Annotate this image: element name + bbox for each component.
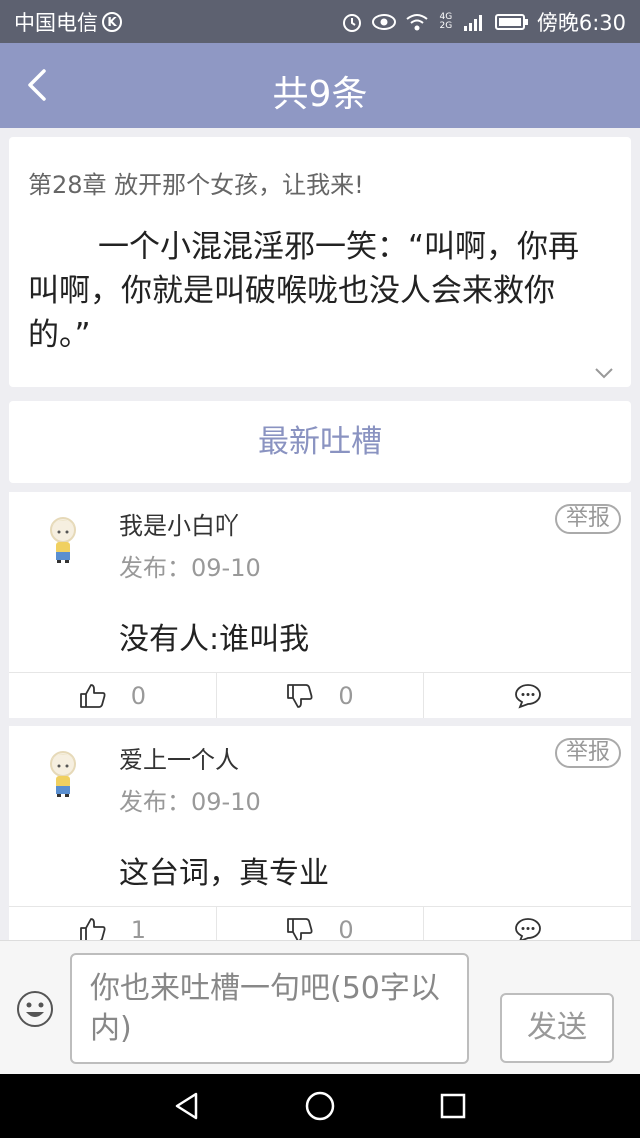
- like-count: 1: [130, 915, 146, 941]
- status-bar: 中国电信 K 4G 2G 傍晚6:30: [0, 0, 640, 43]
- like-button[interactable]: 0: [9, 673, 217, 718]
- nav-recents-icon[interactable]: [433, 1086, 473, 1126]
- battery-icon: [494, 13, 528, 30]
- report-button[interactable]: 举报: [555, 738, 621, 768]
- thumbs-up-icon: [79, 683, 106, 708]
- comment-date: 发布：09-10: [119, 554, 261, 582]
- comment-username: 我是小白吖: [119, 512, 239, 540]
- thumbs-down-icon: [287, 683, 313, 708]
- page-title: 共9条: [272, 74, 368, 115]
- carrier-name: 中国电信: [14, 10, 98, 35]
- emoji-icon[interactable]: [16, 990, 54, 1028]
- comment-item: 我是小白吖 发布：09-10 举报 没有人:谁叫我 0 0: [9, 492, 631, 718]
- comment-bubble-icon: [514, 917, 541, 940]
- carrier: 中国电信 K: [14, 7, 122, 37]
- network-type: 4G 2G: [439, 11, 453, 31]
- reply-button[interactable]: [424, 907, 631, 940]
- expand-chevron-icon[interactable]: [594, 367, 614, 379]
- section-title: 最新吐槽: [9, 401, 631, 483]
- thumbs-down-icon: [287, 917, 313, 940]
- comment-composer: 你也来吐槽一句吧(50字以内) 发送: [0, 940, 640, 1074]
- comment-content: 没有人:谁叫我: [119, 622, 310, 657]
- avatar[interactable]: [43, 514, 83, 564]
- comment-input[interactable]: 你也来吐槽一句吧(50字以内): [70, 953, 469, 1064]
- chapter-title: 第28章 放开那个女孩，让我来!: [28, 171, 364, 199]
- dislike-button[interactable]: 0: [217, 673, 425, 718]
- clock: 傍晚6:30: [536, 10, 626, 35]
- wifi-icon: [406, 13, 428, 30]
- comment-content: 这台词，真专业: [119, 856, 329, 891]
- reply-button[interactable]: [424, 673, 631, 718]
- dislike-count: 0: [338, 681, 354, 710]
- comment-actions: 1 0: [9, 906, 631, 940]
- status-icons: 4G 2G 傍晚6:30: [341, 7, 626, 37]
- chapter-excerpt-card: 第28章 放开那个女孩，让我来! 一个小混混淫邪一笑：“叫啊，你再叫啊，你就是叫…: [9, 137, 631, 387]
- like-count: 0: [130, 681, 146, 710]
- report-button[interactable]: 举报: [555, 504, 621, 534]
- comment-bubble-icon: [514, 683, 541, 709]
- dislike-button[interactable]: 0: [217, 907, 425, 940]
- comment-username: 爱上一个人: [119, 746, 239, 774]
- eye-icon: [371, 13, 396, 30]
- app-header: 共9条: [0, 43, 640, 128]
- thumbs-up-icon: [79, 917, 106, 940]
- comment-item: 爱上一个人 发布：09-10 举报 这台词，真专业 1 0: [9, 726, 631, 940]
- like-button[interactable]: 1: [9, 907, 217, 940]
- send-button[interactable]: 发送: [500, 993, 614, 1063]
- nav-home-icon[interactable]: [300, 1086, 340, 1126]
- signal-icon: [463, 14, 482, 31]
- system-nav-bar: [0, 1074, 640, 1138]
- dislike-count: 0: [338, 915, 354, 941]
- comment-date: 发布：09-10: [119, 788, 261, 816]
- avatar[interactable]: [43, 748, 83, 798]
- nav-back-icon[interactable]: [167, 1086, 207, 1126]
- comment-actions: 0 0: [9, 672, 631, 718]
- alarm-icon: [342, 13, 361, 32]
- chapter-excerpt: 一个小混混淫邪一笑：“叫啊，你再叫啊，你就是叫破喉咙也没人会来救你的。”: [28, 229, 580, 353]
- carrier-badge-icon: K: [102, 11, 122, 32]
